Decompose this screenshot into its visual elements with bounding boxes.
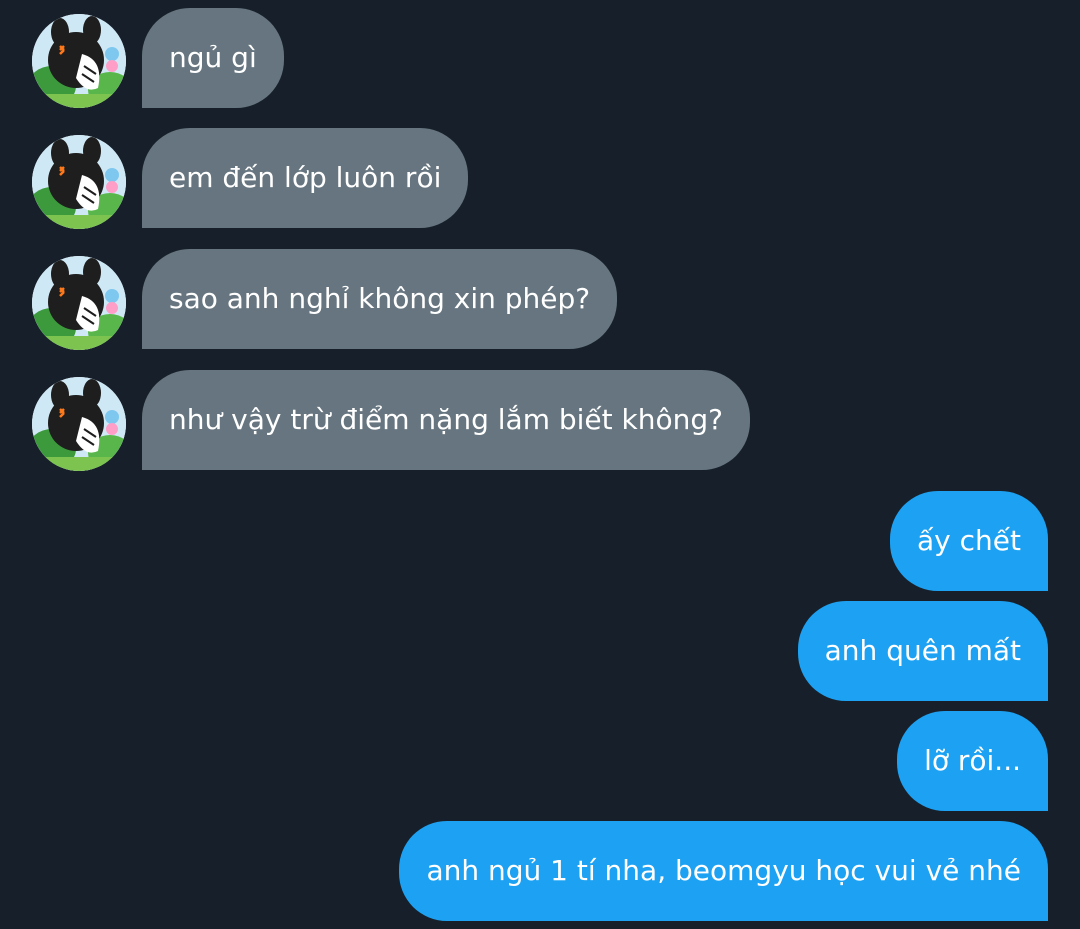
avatar[interactable] bbox=[32, 14, 126, 108]
incoming-message-bubble[interactable]: ngủ gì bbox=[142, 8, 284, 108]
avatar[interactable] bbox=[32, 135, 126, 229]
incoming-message-bubble[interactable]: như vậy trừ điểm nặng lắm biết không? bbox=[142, 370, 750, 470]
cartoon-character-avatar-icon bbox=[32, 377, 126, 471]
outgoing-message-bubble[interactable]: anh ngủ 1 tí nha, beomgyu học vui vẻ nhé bbox=[399, 821, 1048, 921]
message-text: ấy chết bbox=[917, 524, 1021, 557]
cartoon-character-avatar-icon bbox=[32, 14, 126, 108]
incoming-message-bubble[interactable]: em đến lớp luôn rồi bbox=[142, 128, 469, 228]
outgoing-message-bubble[interactable]: anh quên mất bbox=[797, 601, 1048, 701]
message-text: anh ngủ 1 tí nha, beomgyu học vui vẻ nhé bbox=[426, 854, 1021, 887]
cartoon-character-avatar-icon bbox=[32, 135, 126, 229]
message-text: lỡ rồi... bbox=[924, 744, 1021, 777]
outgoing-message-bubble[interactable]: ấy chết bbox=[890, 491, 1048, 591]
conversation-thread: ngủ gì em đến lớp luôn rồi sao anh nghỉ … bbox=[0, 0, 1080, 929]
message-text: ngủ gì bbox=[169, 41, 257, 74]
cartoon-character-avatar-icon bbox=[32, 256, 126, 350]
avatar[interactable] bbox=[32, 377, 126, 471]
message-text: em đến lớp luôn rồi bbox=[169, 161, 442, 194]
outgoing-message-bubble[interactable]: lỡ rồi... bbox=[897, 711, 1048, 811]
avatar[interactable] bbox=[32, 256, 126, 350]
incoming-message-bubble[interactable]: sao anh nghỉ không xin phép? bbox=[142, 249, 618, 349]
message-text: sao anh nghỉ không xin phép? bbox=[169, 282, 591, 315]
message-text: như vậy trừ điểm nặng lắm biết không? bbox=[169, 403, 723, 436]
message-text: anh quên mất bbox=[824, 634, 1021, 667]
